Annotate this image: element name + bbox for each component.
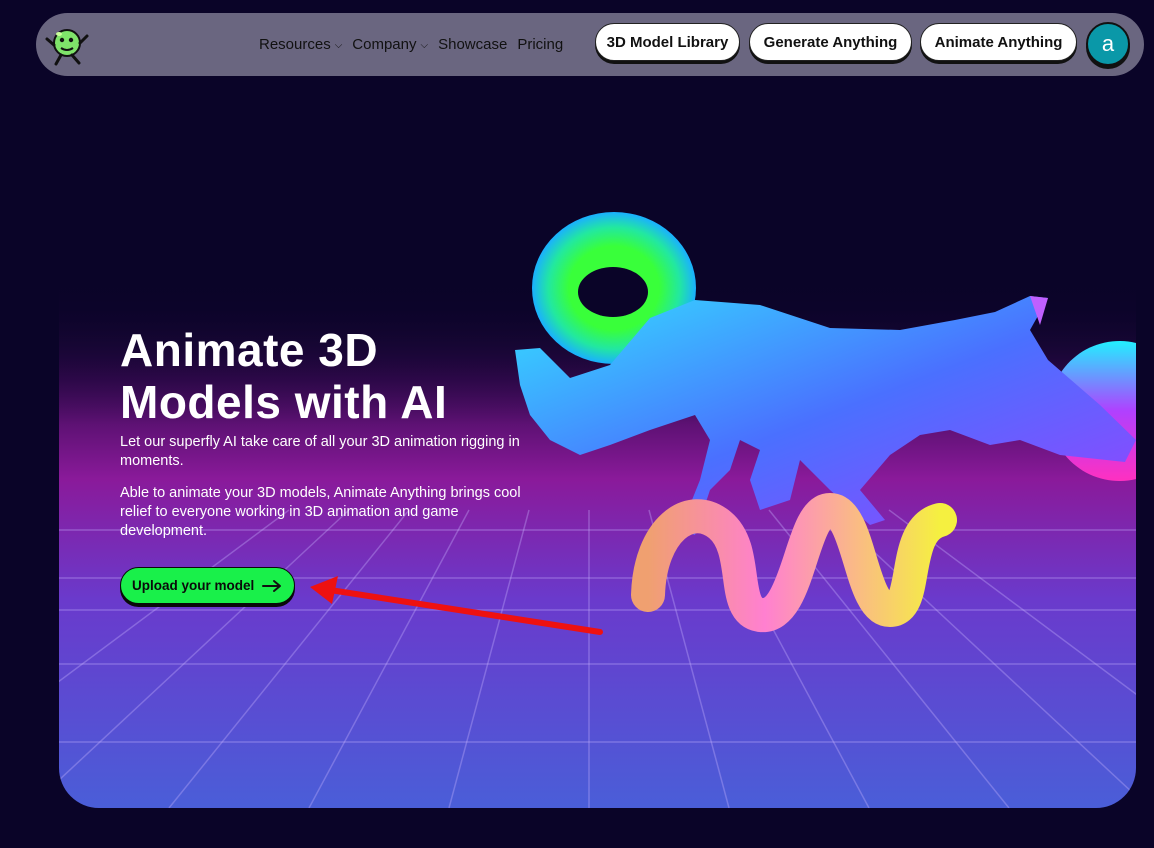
hero-title-line2: Models with AI [120,376,448,428]
logo-mascot-icon[interactable] [44,23,90,67]
annotation-arrow-icon [310,576,603,635]
nav-links: Resources ⌵ Company ⌵ Showcase Pricing [259,36,573,53]
spring-shape [631,492,957,632]
upload-model-button[interactable]: Upload your model [120,567,295,604]
user-avatar[interactable]: a [1086,22,1130,66]
chevron-down-icon: ⌵ [420,40,429,51]
nav-company[interactable]: Company ⌵ [352,36,428,53]
generate-anything-button[interactable]: Generate Anything [749,23,912,61]
arrow-right-icon [262,580,281,592]
upload-model-label: Upload your model [132,578,255,593]
hero-title-line1: Animate 3D [120,324,379,376]
chevron-down-icon: ⌵ [334,40,343,51]
nav-company-label: Company [352,36,417,53]
hero-description: Able to animate your 3D models, Animate … [120,485,521,539]
animate-anything-button[interactable]: Animate Anything [920,23,1077,61]
model-library-button[interactable]: 3D Model Library [595,23,740,61]
top-navbar: Resources ⌵ Company ⌵ Showcase Pricing 3… [36,13,1144,76]
hero-subtitle: Let our superfly AI take care of all you… [120,434,520,469]
nav-showcase[interactable]: Showcase [438,36,507,53]
nav-pricing-label: Pricing [517,36,564,53]
nav-resources-label: Resources [259,36,331,53]
hero-title: Animate 3D Models with AI [120,324,560,428]
nav-pricing[interactable]: Pricing [517,36,563,53]
nav-showcase-label: Showcase [438,36,508,53]
nav-resources[interactable]: Resources ⌵ [259,36,342,53]
